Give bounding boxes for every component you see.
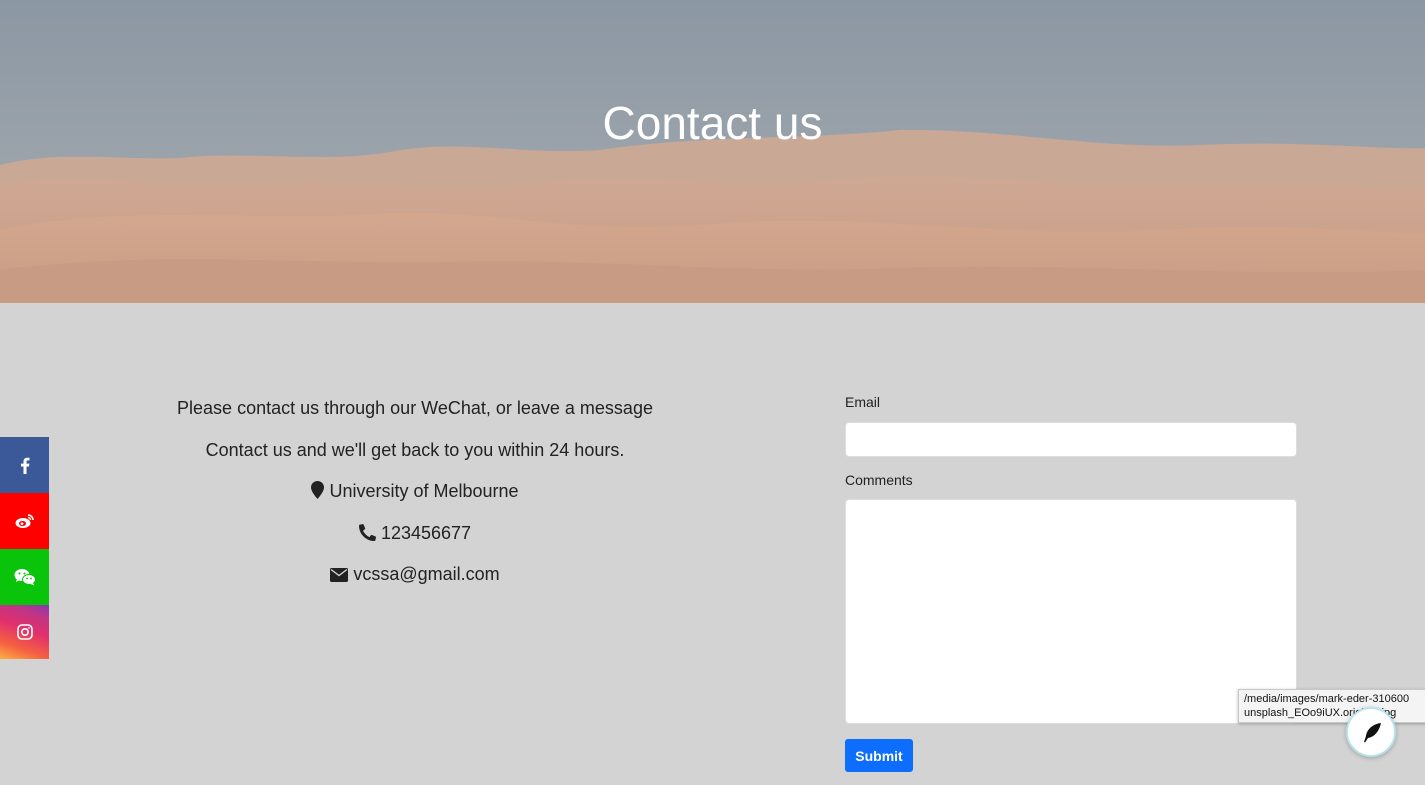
- facebook-share-button[interactable]: [0, 437, 49, 493]
- instagram-share-button[interactable]: [0, 605, 49, 659]
- location-text: University of Melbourne: [329, 481, 519, 501]
- floating-action-button[interactable]: [1346, 707, 1396, 757]
- contact-form: Email Comments Submit: [845, 394, 1297, 772]
- facebook-icon: [20, 457, 29, 474]
- image-path-tooltip: /media/images/mark-eder-310600 unsplash_…: [1238, 689, 1425, 723]
- tooltip-line-1: /media/images/mark-eder-310600: [1244, 693, 1410, 705]
- email-field[interactable]: [845, 422, 1297, 457]
- map-marker-icon: [311, 481, 325, 499]
- hero-banner: Contact us: [0, 0, 1425, 303]
- envelope-icon: [330, 568, 349, 582]
- quill-icon: [1364, 723, 1381, 743]
- tooltip-line-2: unsplash_EOo9iUX.original.jpg: [1244, 707, 1397, 719]
- wechat-share-button[interactable]: [0, 549, 49, 605]
- submit-button[interactable]: Submit: [845, 739, 913, 772]
- contact-phone: 123456677: [130, 515, 700, 557]
- comments-field[interactable]: [845, 499, 1297, 724]
- phone-text: 123456677: [380, 522, 472, 543]
- phone-icon: [358, 523, 376, 541]
- comments-label: Comments: [845, 472, 913, 488]
- instagram-icon: [16, 624, 33, 640]
- weibo-share-button[interactable]: [0, 493, 49, 549]
- contact-intro: Please contact us through our WeChat, or…: [177, 398, 653, 418]
- email-label: Email: [845, 394, 881, 410]
- desert-background-image: [0, 0, 1425, 303]
- page-title: Contact us: [602, 97, 823, 149]
- email-text[interactable]: vcssa@gmail.com: [353, 564, 499, 584]
- weibo-icon: [15, 514, 34, 528]
- social-sidebar: [0, 437, 49, 659]
- contact-location: University of Melbourne: [130, 473, 700, 515]
- contact-reply-note: Contact us and we'll get back to you wit…: [205, 439, 625, 460]
- contact-info: Please contact us through our WeChat, or…: [130, 390, 700, 598]
- contact-email: vcssa@gmail.com: [130, 556, 700, 598]
- wechat-icon: [14, 569, 36, 586]
